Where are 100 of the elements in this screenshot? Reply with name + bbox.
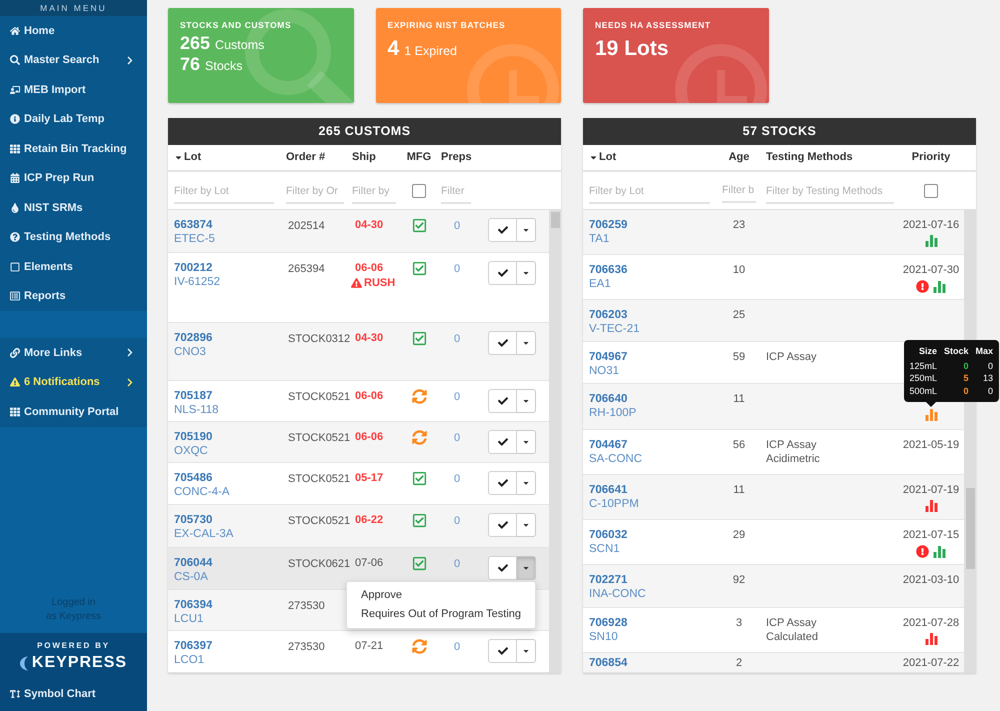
scrollbar-thumb[interactable] <box>550 212 560 228</box>
lot-link[interactable]: 706032 <box>589 528 628 542</box>
filter-field[interactable]: Filter by Or <box>286 180 344 204</box>
filter-field[interactable]: Filter <box>441 180 471 204</box>
approve-button[interactable] <box>488 556 517 580</box>
order-number: STOCK0521 <box>288 473 350 485</box>
caret-icon <box>522 479 530 487</box>
lot-link[interactable]: 706044 <box>174 556 212 570</box>
dropdown-toggle[interactable] <box>517 513 536 537</box>
scrollbar[interactable] <box>549 210 561 673</box>
symbol-chart-link[interactable]: Symbol Chart <box>0 683 147 705</box>
card-title: NEEDS HA ASSESSMENT <box>595 21 712 30</box>
filter-field[interactable]: Filter by Lot <box>174 180 274 204</box>
menu-item[interactable]: Requires Out of Program Testing <box>347 605 535 624</box>
check-icon <box>498 563 508 573</box>
column-header[interactable]: Ship <box>352 149 376 166</box>
dropdown-toggle[interactable] <box>517 261 536 285</box>
lot-link[interactable]: 705730 <box>174 513 212 527</box>
lot-link[interactable]: 663874 <box>174 218 212 232</box>
column-header[interactable]: Testing Methods <box>766 149 853 166</box>
lot-link[interactable]: 706641 <box>589 483 628 497</box>
age-value: 59 <box>732 350 746 364</box>
dropdown-toggle[interactable] <box>517 471 536 495</box>
approve-button[interactable] <box>488 218 517 242</box>
dropdown-toggle[interactable] <box>517 556 536 580</box>
column-header[interactable]: Age <box>728 149 750 166</box>
lot-link[interactable]: 702896 <box>174 331 212 345</box>
card-label: Customs <box>215 37 264 54</box>
column-header[interactable]: Lot <box>589 149 616 166</box>
sidebar-item[interactable]: MEB Import <box>0 75 147 104</box>
scrollbar-thumb[interactable] <box>966 488 974 569</box>
sidebar-item[interactable]: Master Search <box>0 46 147 75</box>
filter-field[interactable]: Filter by Testing Methods <box>766 180 894 204</box>
caret-icon <box>522 269 530 277</box>
warning-icon <box>10 377 20 388</box>
lot-link[interactable]: 706397 <box>174 639 212 653</box>
filter-field[interactable]: Filter b <box>722 178 756 202</box>
preps-count: 0 <box>454 432 460 444</box>
crescent-logo-icon <box>20 656 29 670</box>
dropdown-toggle[interactable] <box>517 430 536 454</box>
ship-date: 07-06 <box>355 556 384 570</box>
approve-button[interactable] <box>488 513 517 537</box>
testing-method: Calculated <box>766 630 818 644</box>
dropdown-toggle[interactable] <box>517 331 536 355</box>
lot-link[interactable]: 700212 <box>174 261 212 275</box>
sidebar-item[interactable]: Reports <box>0 282 147 311</box>
lot-link[interactable]: 706928 <box>589 616 628 630</box>
sidebar-item[interactable]: More Links <box>0 338 147 368</box>
checkbox[interactable] <box>924 184 938 198</box>
lot-link[interactable]: 706636 <box>589 263 628 277</box>
filter-field[interactable]: Filter by Lot <box>589 180 710 204</box>
lot-link[interactable]: 706640 <box>589 392 628 406</box>
ship-date: 06-06 <box>355 389 384 403</box>
dropdown-toggle[interactable] <box>517 218 536 242</box>
sidebar-item[interactable]: Elements <box>0 252 147 282</box>
checkbox[interactable] <box>412 184 426 198</box>
sidebar-item[interactable]: Home <box>0 16 147 46</box>
order-number: STOCK0621 <box>288 558 350 570</box>
info-icon <box>10 114 20 124</box>
sidebar-item[interactable]: Daily Lab Temp <box>0 104 147 134</box>
home-icon <box>10 26 20 36</box>
approve-button[interactable] <box>488 471 517 495</box>
sample-name: CONC-4-A <box>174 485 230 499</box>
lot-link[interactable]: 705187 <box>174 389 212 403</box>
column-header[interactable]: MFG <box>406 149 432 166</box>
lot-link[interactable]: 705486 <box>174 471 212 485</box>
column-header[interactable]: Lot <box>174 149 202 166</box>
check-icon <box>498 478 508 488</box>
sidebar-item[interactable]: Retain Bin Tracking <box>0 134 147 164</box>
sidebar-item[interactable]: ICP Prep Run <box>0 164 147 193</box>
sidebar-item[interactable]: Testing Methods <box>0 222 147 252</box>
check-icon <box>498 338 508 348</box>
lot-link[interactable]: 704967 <box>589 350 628 364</box>
lot-link[interactable]: 705190 <box>174 430 212 444</box>
lot-link[interactable]: 702271 <box>589 573 628 587</box>
approve-button[interactable] <box>488 430 517 454</box>
approve-button[interactable] <box>488 261 517 285</box>
dropdown-toggle[interactable] <box>517 389 536 413</box>
order-number: 202514 <box>288 220 325 232</box>
sidebar-item[interactable]: 6 Notifications <box>0 368 147 397</box>
menu-item[interactable]: Approve <box>347 586 535 605</box>
sample-name: CNO3 <box>174 345 206 359</box>
priority-date: 2021-07-19 <box>902 483 960 497</box>
lot-link[interactable]: 706394 <box>174 598 212 612</box>
approve-button[interactable] <box>488 331 517 355</box>
column-header[interactable]: Preps <box>441 149 472 166</box>
column-header[interactable]: Order # <box>286 149 326 166</box>
filter-field[interactable]: Filter by <box>352 180 396 204</box>
sample-name: SCN1 <box>589 542 620 556</box>
lot-link[interactable]: 706259 <box>589 218 628 232</box>
sidebar-item[interactable]: Community Portal <box>0 397 147 426</box>
lot-link[interactable]: 706854 <box>589 656 628 670</box>
clock-icon <box>465 44 561 103</box>
column-header[interactable]: Priority <box>912 149 950 166</box>
lot-link[interactable]: 704467 <box>589 438 628 452</box>
approve-button[interactable] <box>488 639 517 663</box>
sidebar-item[interactable]: NIST SRMs <box>0 193 147 222</box>
dropdown-toggle[interactable] <box>517 639 536 663</box>
lot-link[interactable]: 706203 <box>589 308 628 322</box>
approve-button[interactable] <box>488 389 517 413</box>
